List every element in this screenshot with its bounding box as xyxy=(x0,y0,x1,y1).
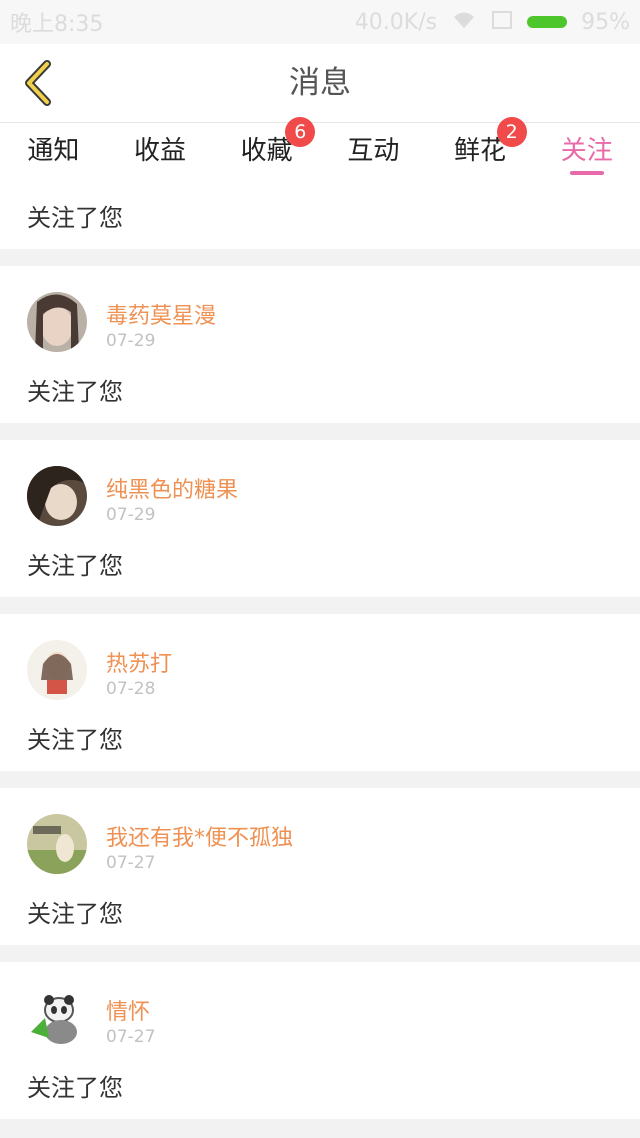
tab-favorites[interactable]: 收藏 6 xyxy=(213,117,320,181)
tab-label: 收益 xyxy=(134,136,187,166)
status-time: 晚上8:35 xyxy=(10,12,104,37)
tab-bar: 通知 收益 收藏 6 互动 鲜花 2 关注 xyxy=(0,117,640,181)
battery-icon xyxy=(527,16,568,28)
message-text: 关注了您 xyxy=(27,900,123,928)
user-name[interactable]: 情怀 xyxy=(106,994,150,1026)
tab-follow[interactable]: 关注 xyxy=(533,123,640,181)
sim-icon xyxy=(491,10,513,35)
page-title: 消息 xyxy=(289,65,351,101)
avatar[interactable] xyxy=(27,466,87,526)
avatar[interactable] xyxy=(27,988,87,1048)
status-bar: 晚上8:35 40.0K/s 95% xyxy=(0,0,640,44)
message-text: 关注了您 xyxy=(27,1074,123,1102)
tab-notification[interactable]: 通知 xyxy=(0,123,107,181)
item-date: 07-29 xyxy=(106,331,156,351)
network-speed: 40.0K/s xyxy=(354,9,438,35)
tab-label: 互动 xyxy=(347,136,400,166)
unread-badge: 6 xyxy=(285,117,316,147)
list-item[interactable]: 热苏打 07-28 关注了您 xyxy=(0,614,640,771)
list-item[interactable]: 关注了您 xyxy=(0,181,640,249)
avatar[interactable] xyxy=(27,640,87,700)
message-text: 关注了您 xyxy=(27,203,123,232)
list-item[interactable]: 我还有我*便不孤独 07-27 关注了您 xyxy=(0,788,640,945)
tab-label: 鲜花 xyxy=(454,136,507,166)
user-name[interactable]: 毒药莫星漫 xyxy=(106,298,216,330)
list-item[interactable]: 毒药莫星漫 07-29 关注了您 xyxy=(0,266,640,423)
unread-badge: 2 xyxy=(496,117,527,147)
header-bar: 消息 xyxy=(0,44,640,123)
list-item[interactable]: 情怀 07-27 关注了您 xyxy=(0,962,640,1119)
message-text: 关注了您 xyxy=(27,378,123,406)
tab-flowers[interactable]: 鲜花 2 xyxy=(427,117,534,181)
tab-interaction[interactable]: 互动 xyxy=(320,123,427,181)
item-date: 07-27 xyxy=(106,1027,156,1047)
tab-label: 收藏 xyxy=(240,136,293,166)
message-list: 关注了您 毒药莫星漫 07-29 关注了您 纯黑色的糖果 07-29 关注了您 xyxy=(0,181,640,1136)
item-date: 07-27 xyxy=(106,853,156,873)
avatar[interactable] xyxy=(27,292,87,352)
tab-label: 关注 xyxy=(560,136,613,166)
status-right: 40.0K/s 95% xyxy=(355,10,630,35)
tab-earnings[interactable]: 收益 xyxy=(107,123,214,181)
list-item[interactable]: 纯黑色的糖果 07-29 关注了您 xyxy=(0,440,640,597)
item-date: 07-29 xyxy=(106,505,156,525)
avatar[interactable] xyxy=(27,814,87,874)
user-name[interactable]: 我还有我*便不孤独 xyxy=(106,820,293,852)
item-date: 07-28 xyxy=(106,679,156,699)
message-text: 关注了您 xyxy=(27,552,123,580)
user-name[interactable]: 热苏打 xyxy=(106,646,172,678)
tab-label: 通知 xyxy=(27,136,80,166)
battery-percent: 95% xyxy=(581,9,630,35)
wifi-icon xyxy=(451,10,477,35)
user-name[interactable]: 纯黑色的糖果 xyxy=(106,472,238,504)
active-tab-indicator xyxy=(569,171,604,175)
message-text: 关注了您 xyxy=(27,726,123,754)
